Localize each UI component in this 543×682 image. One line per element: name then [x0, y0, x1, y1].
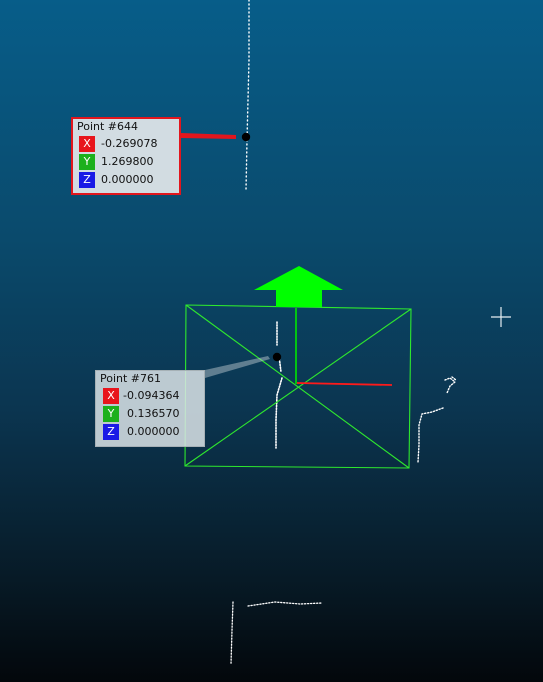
y-axis-tag: Y	[79, 154, 95, 170]
point-cloud	[230, 0, 457, 665]
point-cloud-vertical-strand-top	[245, 0, 250, 191]
3d-viewport[interactable]	[0, 0, 543, 682]
coordinate-row-x: X -0.269078	[73, 135, 179, 153]
picked-point-761[interactable]	[272, 352, 282, 362]
up-arrow-icon[interactable]	[254, 266, 343, 307]
point-label-title: Point #761	[100, 372, 162, 385]
bounding-box-diagonal-b	[184, 308, 412, 467]
x-axis-tag: X	[103, 388, 119, 404]
x-axis-tag: X	[79, 136, 95, 152]
coordinate-row-z: Z 0.000000	[73, 171, 179, 189]
axis-x-line	[296, 382, 393, 386]
point-cloud-strand-center	[275, 321, 283, 449]
z-axis-tag: Z	[103, 424, 119, 440]
point-label-644[interactable]: Point #644 X -0.269078 Y 1.269800 Z 0.00…	[71, 117, 181, 195]
picked-point-644[interactable]	[241, 132, 251, 142]
y-coordinate-value: 0.136570	[127, 407, 180, 420]
x-coordinate-value: -0.269078	[101, 137, 158, 150]
point-cloud-strand-bottom	[230, 601, 323, 665]
leader-line-761	[205, 356, 270, 378]
point-label-761[interactable]: Point #761 X -0.094364 Y 0.136570 Z 0.00…	[95, 370, 205, 447]
bounding-box-diagonal-a	[185, 304, 410, 469]
y-axis-tag: Y	[103, 406, 119, 422]
coordinate-row-z: Z 0.000000	[96, 423, 204, 441]
z-coordinate-value: 0.000000	[101, 173, 154, 186]
coordinate-row-y: Y 1.269800	[73, 153, 179, 171]
z-axis-tag: Z	[79, 172, 95, 188]
x-coordinate-value: -0.094364	[123, 389, 180, 402]
point-label-title: Point #644	[77, 120, 139, 133]
leader-line-644	[181, 133, 236, 139]
z-coordinate-value: 0.000000	[127, 425, 180, 438]
selection-bounding-box[interactable]	[184, 304, 412, 469]
crosshair-icon	[491, 307, 511, 327]
coordinate-row-y: Y 0.136570	[96, 405, 204, 423]
point-cloud-strand-right	[417, 376, 457, 463]
y-coordinate-value: 1.269800	[101, 155, 154, 168]
coordinate-row-x: X -0.094364	[96, 387, 204, 405]
